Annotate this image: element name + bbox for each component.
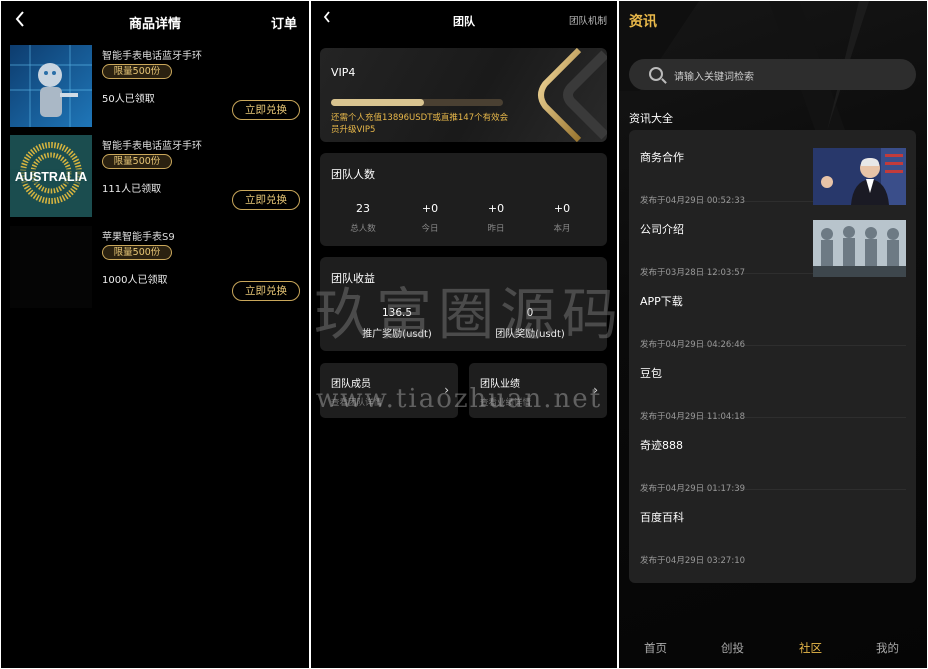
vip-level: VIP4 [331,66,356,79]
stat-value: 23 [356,202,370,215]
team-mechanism-link[interactable]: 团队机制 [569,13,607,27]
team-performance-subtitle: 查看业绩详情 [480,398,532,408]
stat-label: 本月 [553,224,571,234]
product-name: 智能手表电话蓝牙手环 [102,141,202,152]
redeem-button[interactable]: 立即兑换 [232,100,300,120]
news-section-title: 资讯大全 [629,112,673,125]
limit-badge: 限量500份 [102,64,172,79]
team-reward: 0 团队奖励(usdt) [470,307,590,340]
tab-venture[interactable]: 创投 [721,640,744,656]
claimed-count: 50人已领取 [102,94,155,105]
stat-label: 昨日 [487,224,505,234]
stat-today: +0 今日 [397,202,463,234]
earn-label: 推广奖励(usdt) [362,329,432,340]
earn-value: 0 [526,307,534,319]
stat-total: 23 总人数 [330,202,396,234]
news-item[interactable]: 百度百科 发布于04月29日 03:27:10 [640,490,906,566]
stat-value: +0 [553,202,571,215]
news-item[interactable]: 商务合作 发布于04月29日 00:52:33 [640,130,906,206]
team-count-title: 团队人数 [331,168,375,181]
bottom-tab-bar: 首页 创投 社区 我的 [619,632,927,668]
stat-label: 总人数 [350,224,376,234]
team-earnings-title: 团队收益 [331,272,375,285]
vip-upgrade-note: 还需个人充值13896USDT或直推147个有效会员升级VIP5 [331,113,509,135]
product-detail-screen: 商品详情 订单 智能手表电话蓝牙手环 限量500份 50人已领取 立即兑换 AU… [1,1,309,668]
tab-home[interactable]: 首页 [644,640,667,656]
promotion-reward: 136.5 推广奖励(usdt) [337,307,457,340]
news-item[interactable]: 公司介绍 发布于03月28日 12:03:57 [640,202,906,278]
news-list: 商务合作 发布于04月29日 00:52:33 公司介绍 发布于03月28日 1… [629,130,916,583]
stat-value: +0 [487,202,505,215]
product-item: AUSTRALIA 智能手表电话蓝牙手环 限量500份 111人已领取 立即兑换 [10,135,302,219]
news-title: 豆包 [640,367,662,380]
team-screen: 团队 团队机制 VIP4 还需个人充值13896USDT或直推147个有效会员升… [311,1,617,668]
stat-label: 今日 [421,224,439,234]
limit-badge: 限量500份 [102,245,172,260]
page-title: 资讯 [629,14,657,30]
product-item: 智能手表电话蓝牙手环 限量500份 50人已领取 立即兑换 [10,45,302,129]
news-title: APP下载 [640,295,683,308]
australia-logo-text: AUSTRALIA [15,170,87,184]
page-title: 商品详情 [128,17,181,32]
claimed-count: 111人已领取 [102,184,162,195]
search-icon [649,67,663,81]
claimed-count: 1000人已领取 [102,275,168,286]
team-earnings-card: 团队收益 136.5 推广奖励(usdt) 0 团队奖励(usdt) [320,257,607,351]
orders-link[interactable]: 订单 [271,13,297,32]
news-date: 发布于04月29日 03:27:10 [640,556,746,566]
product-image-australia: AUSTRALIA [10,135,92,217]
news-thumbnail-speaker [813,148,906,205]
news-title: 百度百科 [640,511,684,524]
product-name: 苹果智能手表S9 [102,232,175,243]
news-item[interactable]: 豆包 发布于04月29日 11:04:18 [640,346,906,422]
news-screen: 资讯 请输入关键词检索 资讯大全 商务合作 发布于04月29日 00:52:33 [619,1,927,668]
redeem-button[interactable]: 立即兑换 [232,281,300,301]
team-performance-title: 团队业绩 [480,379,520,390]
limit-badge: 限量500份 [102,154,172,169]
team-members-card[interactable]: 团队成员 查看团队详情 › [320,363,458,418]
team-members-title: 团队成员 [331,379,371,390]
search-input[interactable]: 请输入关键词检索 [629,59,916,90]
product-item: 苹果智能手表S9 限量500份 1000人已领取 立即兑换 [10,226,302,310]
earn-value: 136.5 [381,307,413,319]
product-name: 智能手表电话蓝牙手环 [102,51,202,62]
product-image-blank [10,226,92,308]
stat-yesterday: +0 昨日 [463,202,529,234]
team-members-subtitle: 查看团队详情 [331,398,383,408]
tab-mine[interactable]: 我的 [876,640,899,656]
news-title: 公司介绍 [640,223,684,236]
news-title: 商务合作 [640,151,684,164]
header: 商品详情 订单 [1,1,309,41]
chevron-right-icon: › [593,383,598,397]
news-title: 奇迹888 [640,439,683,452]
team-count-card: 团队人数 23 总人数 +0 今日 +0 昨日 +0 本月 [320,153,607,246]
tab-community[interactable]: 社区 [799,640,822,656]
redeem-button[interactable]: 立即兑换 [232,190,300,210]
vip-card: VIP4 还需个人充值13896USDT或直推147个有效会员升级VIP5 [320,48,607,142]
news-item[interactable]: APP下载 发布于04月29日 04:26:46 [640,274,906,350]
chevron-right-icon: › [444,383,449,397]
news-item[interactable]: 奇迹888 发布于04月29日 01:17:39 [640,418,906,494]
gold-chevron-icon [538,48,607,142]
team-performance-card[interactable]: 团队业绩 查看业绩详情 › [469,363,607,418]
search-placeholder: 请输入关键词检索 [674,72,754,83]
news-thumbnail-robots [813,220,906,277]
stat-value: +0 [421,202,439,215]
vip-progress-fill [331,99,424,106]
earn-label: 团队奖励(usdt) [495,329,565,340]
vip-progress-bar [331,99,503,106]
product-image-robot [10,45,92,127]
stat-month: +0 本月 [529,202,595,234]
